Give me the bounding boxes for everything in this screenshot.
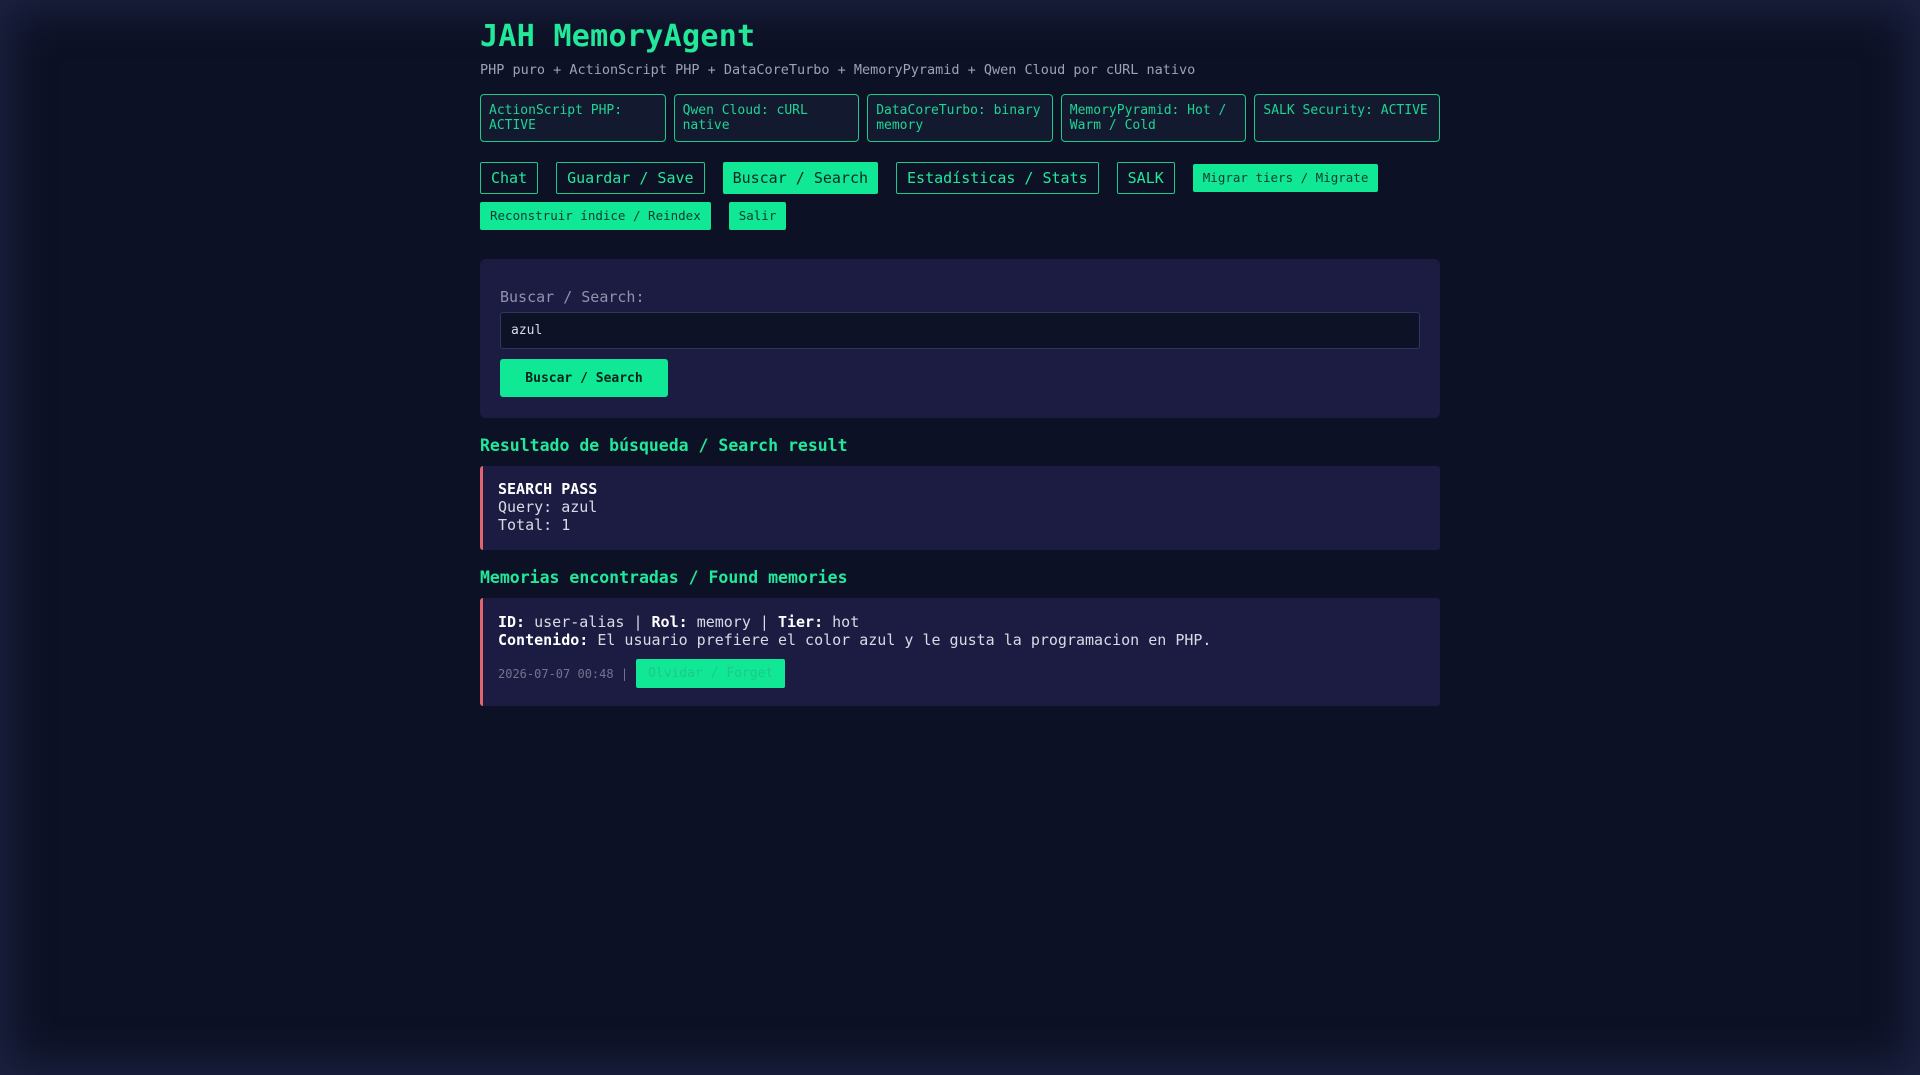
search-label: Buscar / Search: <box>500 288 645 306</box>
search-result-query: Query: azul <box>498 498 598 516</box>
nav-logout-button[interactable]: Salir <box>728 202 787 230</box>
search-result-card: SEARCH PASS Query: azul Total: 1 <box>480 466 1440 550</box>
search-submit-button[interactable]: Buscar / Search <box>500 359 668 397</box>
memory-content-line: Contenido: El usuario prefiere el color … <box>498 631 1425 649</box>
page-title: JAH MemoryAgent <box>480 19 756 54</box>
status-card-pyramid: MemoryPyramid: Hot / Warm / Cold <box>1060 94 1247 142</box>
nav-migrate-button[interactable]: Migrar tiers / Migrate <box>1192 164 1379 192</box>
search-result-total: Total: 1 <box>498 516 571 534</box>
memory-role-label: Rol: <box>651 613 688 631</box>
main-nav: Chat Guardar / Save Buscar / Search Esta… <box>480 161 1440 233</box>
page-subtitle: PHP puro + ActionScript PHP + DataCoreTu… <box>480 62 1196 78</box>
memory-timestamp: 2026-07-07 00:48 | <box>498 666 629 681</box>
search-result-status: SEARCH PASS <box>498 480 598 498</box>
memory-tier: hot <box>832 613 860 631</box>
memory-item: ID: user-alias | Rol: memory | Tier: hot… <box>480 598 1440 706</box>
status-card-actionscript: ActionScript PHP: ACTIVE <box>480 94 666 142</box>
memory-separator: | <box>759 613 769 631</box>
memory-tier-label: Tier: <box>777 613 824 631</box>
nav-save-button[interactable]: Guardar / Save <box>556 162 705 194</box>
nav-stats-button[interactable]: Estadísticas / Stats <box>896 162 1099 194</box>
memory-id-label: ID: <box>498 613 526 631</box>
memory-role: memory <box>696 613 751 631</box>
status-card-datacore: DataCoreTurbo: binary memory <box>867 94 1053 142</box>
nav-row-2: Reconstruir índice / Reindex Salir <box>480 199 1440 233</box>
nav-salk-button[interactable]: SALK <box>1116 162 1175 194</box>
memory-separator: | <box>633 613 643 631</box>
memory-content-label: Contenido: <box>498 631 589 649</box>
forget-button[interactable]: Olvidar / Forget <box>636 659 786 688</box>
nav-search-button[interactable]: Buscar / Search <box>722 162 879 194</box>
status-cards: ActionScript PHP: ACTIVE Qwen Cloud: cUR… <box>480 94 1440 142</box>
memory-meta-line: ID: user-alias | Rol: memory | Tier: hot <box>498 613 1425 631</box>
nav-row-1: Chat Guardar / Save Buscar / Search Esta… <box>480 161 1440 195</box>
search-result-title: Resultado de búsqueda / Search result <box>480 436 848 455</box>
status-card-qwen: Qwen Cloud: cURL native <box>673 94 860 142</box>
found-memories-title: Memorias encontradas / Found memories <box>480 568 848 587</box>
memory-content: El usuario prefiere el color azul y le g… <box>597 631 1212 649</box>
status-card-salk: SALK Security: ACTIVE <box>1254 94 1440 142</box>
search-input[interactable] <box>500 312 1420 349</box>
search-panel: Buscar / Search: Buscar / Search <box>480 259 1440 418</box>
nav-chat-button[interactable]: Chat <box>480 162 539 194</box>
memory-id: user-alias <box>534 613 625 631</box>
nav-reindex-button[interactable]: Reconstruir índice / Reindex <box>480 202 711 230</box>
memory-footer: 2026-07-07 00:48 | Olvidar / Forget <box>498 659 1425 688</box>
